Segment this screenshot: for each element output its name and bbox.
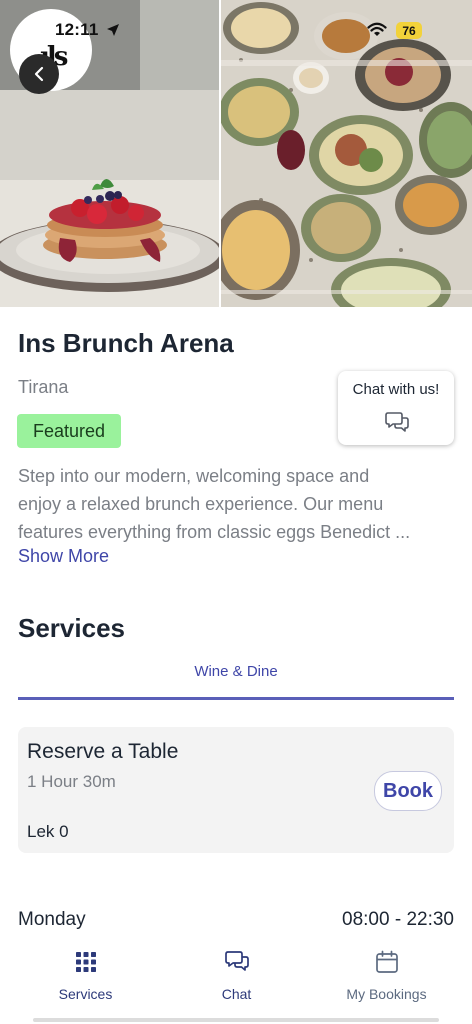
calendar-icon [375,950,398,973]
tab-wine-and-dine[interactable]: Wine & Dine [18,663,454,680]
grid-icon [75,952,96,972]
opening-hours-time: 08:00 - 22:30 [342,909,454,930]
service-price: Lek 0 [27,822,69,841]
nav-label-chat: Chat [221,986,252,1002]
chevron-left-icon [34,66,44,82]
status-time: 12:11 [55,20,99,39]
service-duration: 1 Hour 30m [27,772,116,791]
location-arrow-icon [107,24,119,36]
venue-name: Ins Brunch Arena [18,328,234,358]
chat-with-us-label: Chat with us! [352,381,440,398]
chat-bubbles-icon [385,412,409,432]
bottom-navigation: Services Chat My Bookings [0,937,472,1024]
battery-indicator: 76 [396,22,422,39]
nav-item-chat[interactable]: Chat [158,937,315,1017]
venue-description: Step into our modern, welcoming space an… [18,462,458,546]
wifi-icon [367,22,387,36]
chat-with-us-button[interactable]: Chat with us! [338,371,454,445]
services-heading: Services [18,613,125,643]
service-card: Reserve a Table 1 Hour 30m Lek 0 Book [18,727,454,853]
nav-label-my-bookings: My Bookings [346,986,427,1002]
nav-item-services[interactable]: Services [7,937,164,1017]
chat-bubbles-icon [224,951,249,971]
nav-label-services: Services [58,986,113,1002]
hero-gallery[interactable]: ıls 12:11 76 [0,0,472,307]
venue-detail-page: ıls 12:11 76 Ins Brunch Arena Tirana Fea… [0,0,472,1024]
nav-item-my-bookings[interactable]: My Bookings [308,937,465,1017]
featured-badge: Featured [17,414,121,448]
active-tab-indicator [18,697,454,700]
book-button[interactable]: Book [374,771,442,811]
description-line: enjoy a relaxed brunch experience. Our m… [18,494,384,514]
home-indicator [33,1018,439,1022]
description-line: Step into our modern, welcoming space an… [18,466,370,486]
venue-city: Tirana [18,377,69,397]
opening-hours-day: Monday [18,909,86,930]
back-button[interactable] [19,54,59,94]
hero-photo-table-spread [221,0,472,307]
service-name: Reserve a Table [27,740,179,763]
description-line: features everything from classic eggs Be… [18,522,411,542]
show-more-link[interactable]: Show More [18,546,109,567]
